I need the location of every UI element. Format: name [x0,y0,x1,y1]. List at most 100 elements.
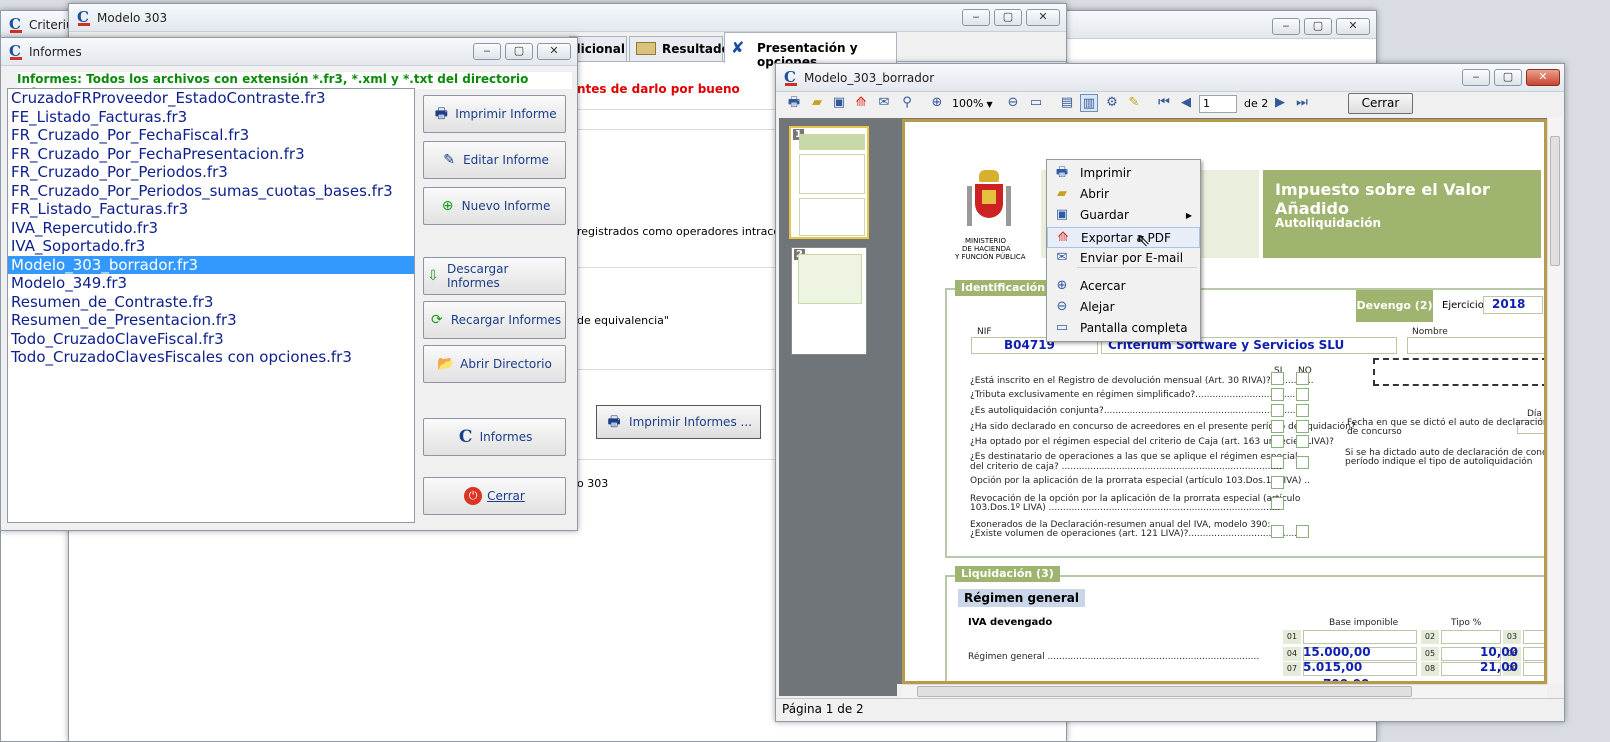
edit-icon[interactable]: ✎ [1125,94,1143,112]
tab-presentacion[interactable]: ✘ Presentación y opciones [724,32,897,69]
devengo-label: Devengo (2) [1356,290,1433,322]
outline-icon[interactable]: ▤ [1058,94,1076,112]
modelo303-titlebar[interactable]: C Modelo 303 ‒ ▢ ✕ [69,4,1066,32]
no-checkbox[interactable] [1296,388,1309,401]
horizontal-scrollbar[interactable] [902,684,1547,698]
amount-field [1523,662,1544,676]
close-informes-button[interactable]: ⏻ Cerrar [423,477,566,515]
report-list-item[interactable]: CruzadoFRProveedor_EstadoContraste.fr3 [8,89,414,108]
report-list[interactable]: CruzadoFRProveedor_EstadoContraste.fr3 FE… [7,88,415,523]
vertical-scrollbar[interactable] [1547,118,1562,684]
report-list-item[interactable]: Modelo_303_borrador.fr3 [8,255,414,274]
find-icon[interactable]: ⚲ [898,94,916,112]
si-checkbox[interactable] [1271,420,1284,433]
open-folder-icon[interactable]: ▰ [808,94,826,112]
menu-item-enviar-por-e-mail[interactable]: ✉ Enviar por E-mail [1047,248,1200,269]
zoom-out-icon[interactable]: ⊖ [1004,94,1022,112]
viewer-close-button[interactable]: Cerrar [1348,93,1413,114]
close-button[interactable]: ✕ [1336,18,1370,35]
maximize-button[interactable]: ▢ [505,43,533,60]
report-list-item[interactable]: FE_Listado_Facturas.fr3 [8,108,414,127]
zoom-select[interactable]: 100% ▼ [952,95,997,113]
si-checkbox[interactable] [1271,525,1284,538]
report-list-item[interactable]: FR_Cruzado_Por_FechaPresentacion.fr3 [8,145,414,164]
informes-titlebar[interactable]: C Informes ‒ ▢ ✕ [1,38,577,66]
si-checkbox[interactable] [1271,388,1284,401]
close-button[interactable]: ✕ [537,43,571,60]
thumbnail-page-1[interactable]: 1 [789,126,869,239]
report-list-item[interactable]: Resumen_de_Contraste.fr3 [8,293,414,312]
printer-icon: 🖶 [607,414,621,430]
si-checkbox[interactable] [1271,404,1284,417]
no-checkbox[interactable] [1296,404,1309,417]
report-list-item[interactable]: FR_Cruzado_Por_FechaFiscal.fr3 [8,126,414,145]
report-list-item[interactable]: FR_Cruzado_Por_Periodos_sumas_cuotas_bas… [8,182,414,201]
no-checkbox[interactable] [1296,525,1309,538]
informes-header: Informes: Todos los archivos con extensi… [17,72,572,100]
no-checkbox[interactable] [1296,372,1309,385]
amount-value: 21,00 [1480,660,1518,674]
amount-field [1523,647,1544,661]
settings-icon[interactable]: ⚙ [1103,94,1121,112]
menu-item-label: Guardar [1080,208,1129,222]
report-list-item[interactable]: Resumen_de_Presentacion.fr3 [8,311,414,330]
regimen-general-heading: Régimen general [958,589,1085,607]
maximize-button[interactable]: ▢ [1494,69,1522,86]
next-page-icon[interactable]: ▶ [1271,94,1289,112]
prev-page-icon[interactable]: ◀ [1177,94,1195,112]
viewer-titlebar[interactable]: C Modelo_303_borrador ‒ ▢ ✕ [776,64,1564,92]
menu-item-pantalla-completa[interactable]: ▭ Pantalla completa [1047,318,1200,339]
menu-item-abrir[interactable]: ▰ Abrir [1047,184,1200,205]
si-checkbox[interactable] [1271,435,1284,448]
minimize-button[interactable]: ‒ [473,43,501,60]
refresh-icon: ⟳ [430,312,443,328]
page-input[interactable]: 1 [1199,95,1237,113]
thumbnails-icon[interactable]: ▥ [1080,94,1098,112]
thumbnail-page-2[interactable]: 2 [791,247,867,355]
menu-item-alejar[interactable]: ⊖ Alejar [1047,297,1200,318]
report-list-item[interactable]: FR_Cruzado_Por_Periodos.fr3 [8,163,414,182]
report-list-item[interactable]: Todo_CruzadoClaveFiscal.fr3 [8,330,414,349]
minimize-button[interactable]: ‒ [962,9,990,26]
report-list-item[interactable]: Modelo_349.fr3 [8,274,414,293]
si-checkbox[interactable] [1271,476,1284,489]
report-list-item[interactable]: IVA_Soportado.fr3 [8,237,414,256]
zoom-in-icon[interactable]: ⊕ [928,94,946,112]
menu-item-acercar[interactable]: ⊕ Acercar [1047,276,1200,297]
close-button[interactable]: ✕ [1526,69,1560,86]
pdf-icon[interactable]: ⟰ [852,94,870,112]
menu-item-exportar-a-pdf[interactable]: ⟰ Exportar a PDF [1047,227,1200,248]
tab-resultado[interactable]: Resultado [629,36,730,61]
close-button[interactable]: ✕ [1026,9,1060,26]
minimize-button[interactable]: ‒ [1272,18,1300,35]
open-directory-button[interactable]: 📂 Abrir Directorio [423,345,566,383]
menu-item-guardar[interactable]: ▣ Guardar ▶ [1047,205,1200,226]
reload-reports-button[interactable]: ⟳ Recargar Informes [423,301,566,339]
email-icon: ✉ [1056,250,1068,265]
last-page-icon[interactable]: ⏭ [1293,94,1311,112]
new-report-button[interactable]: ⊕ Nuevo Informe [423,187,566,225]
no-checkbox[interactable] [1296,435,1309,448]
print-icon[interactable]: 🖶 [785,94,803,112]
maximize-button[interactable]: ▢ [994,9,1022,26]
menu-item-imprimir[interactable]: 🖶 Imprimir [1047,163,1200,184]
informes-button[interactable]: C Informes [423,418,566,456]
edit-report-button[interactable]: ✎ Editar Informe [423,141,566,179]
report-list-item[interactable]: Todo_CruzadoClavesFiscales con opciones.… [8,348,414,367]
print-report-button[interactable]: 🖶 Imprimir Informe [423,95,566,133]
no-checkbox[interactable] [1296,456,1309,469]
download-reports-button[interactable]: ⇩ Descargar Informes [423,257,566,295]
save-icon[interactable]: ▣ [830,94,848,112]
si-checkbox[interactable] [1271,372,1284,385]
no-checkbox[interactable] [1296,420,1309,433]
menu-item-label: Acercar [1080,279,1126,293]
email-icon[interactable]: ✉ [875,94,893,112]
maximize-button[interactable]: ▢ [1304,18,1332,35]
first-page-icon[interactable]: ⏮ [1155,94,1173,112]
minimize-button[interactable]: ‒ [1462,69,1490,86]
report-list-item[interactable]: IVA_Repercutido.fr3 [8,219,414,238]
fullscreen-icon[interactable]: ▭ [1027,94,1045,112]
print-reports-button[interactable]: 🖶 Imprimir Informes ... [596,405,761,439]
menu-item-label: Exportar a PDF [1081,231,1171,245]
report-list-item[interactable]: FR_Listado_Facturas.fr3 [8,200,414,219]
